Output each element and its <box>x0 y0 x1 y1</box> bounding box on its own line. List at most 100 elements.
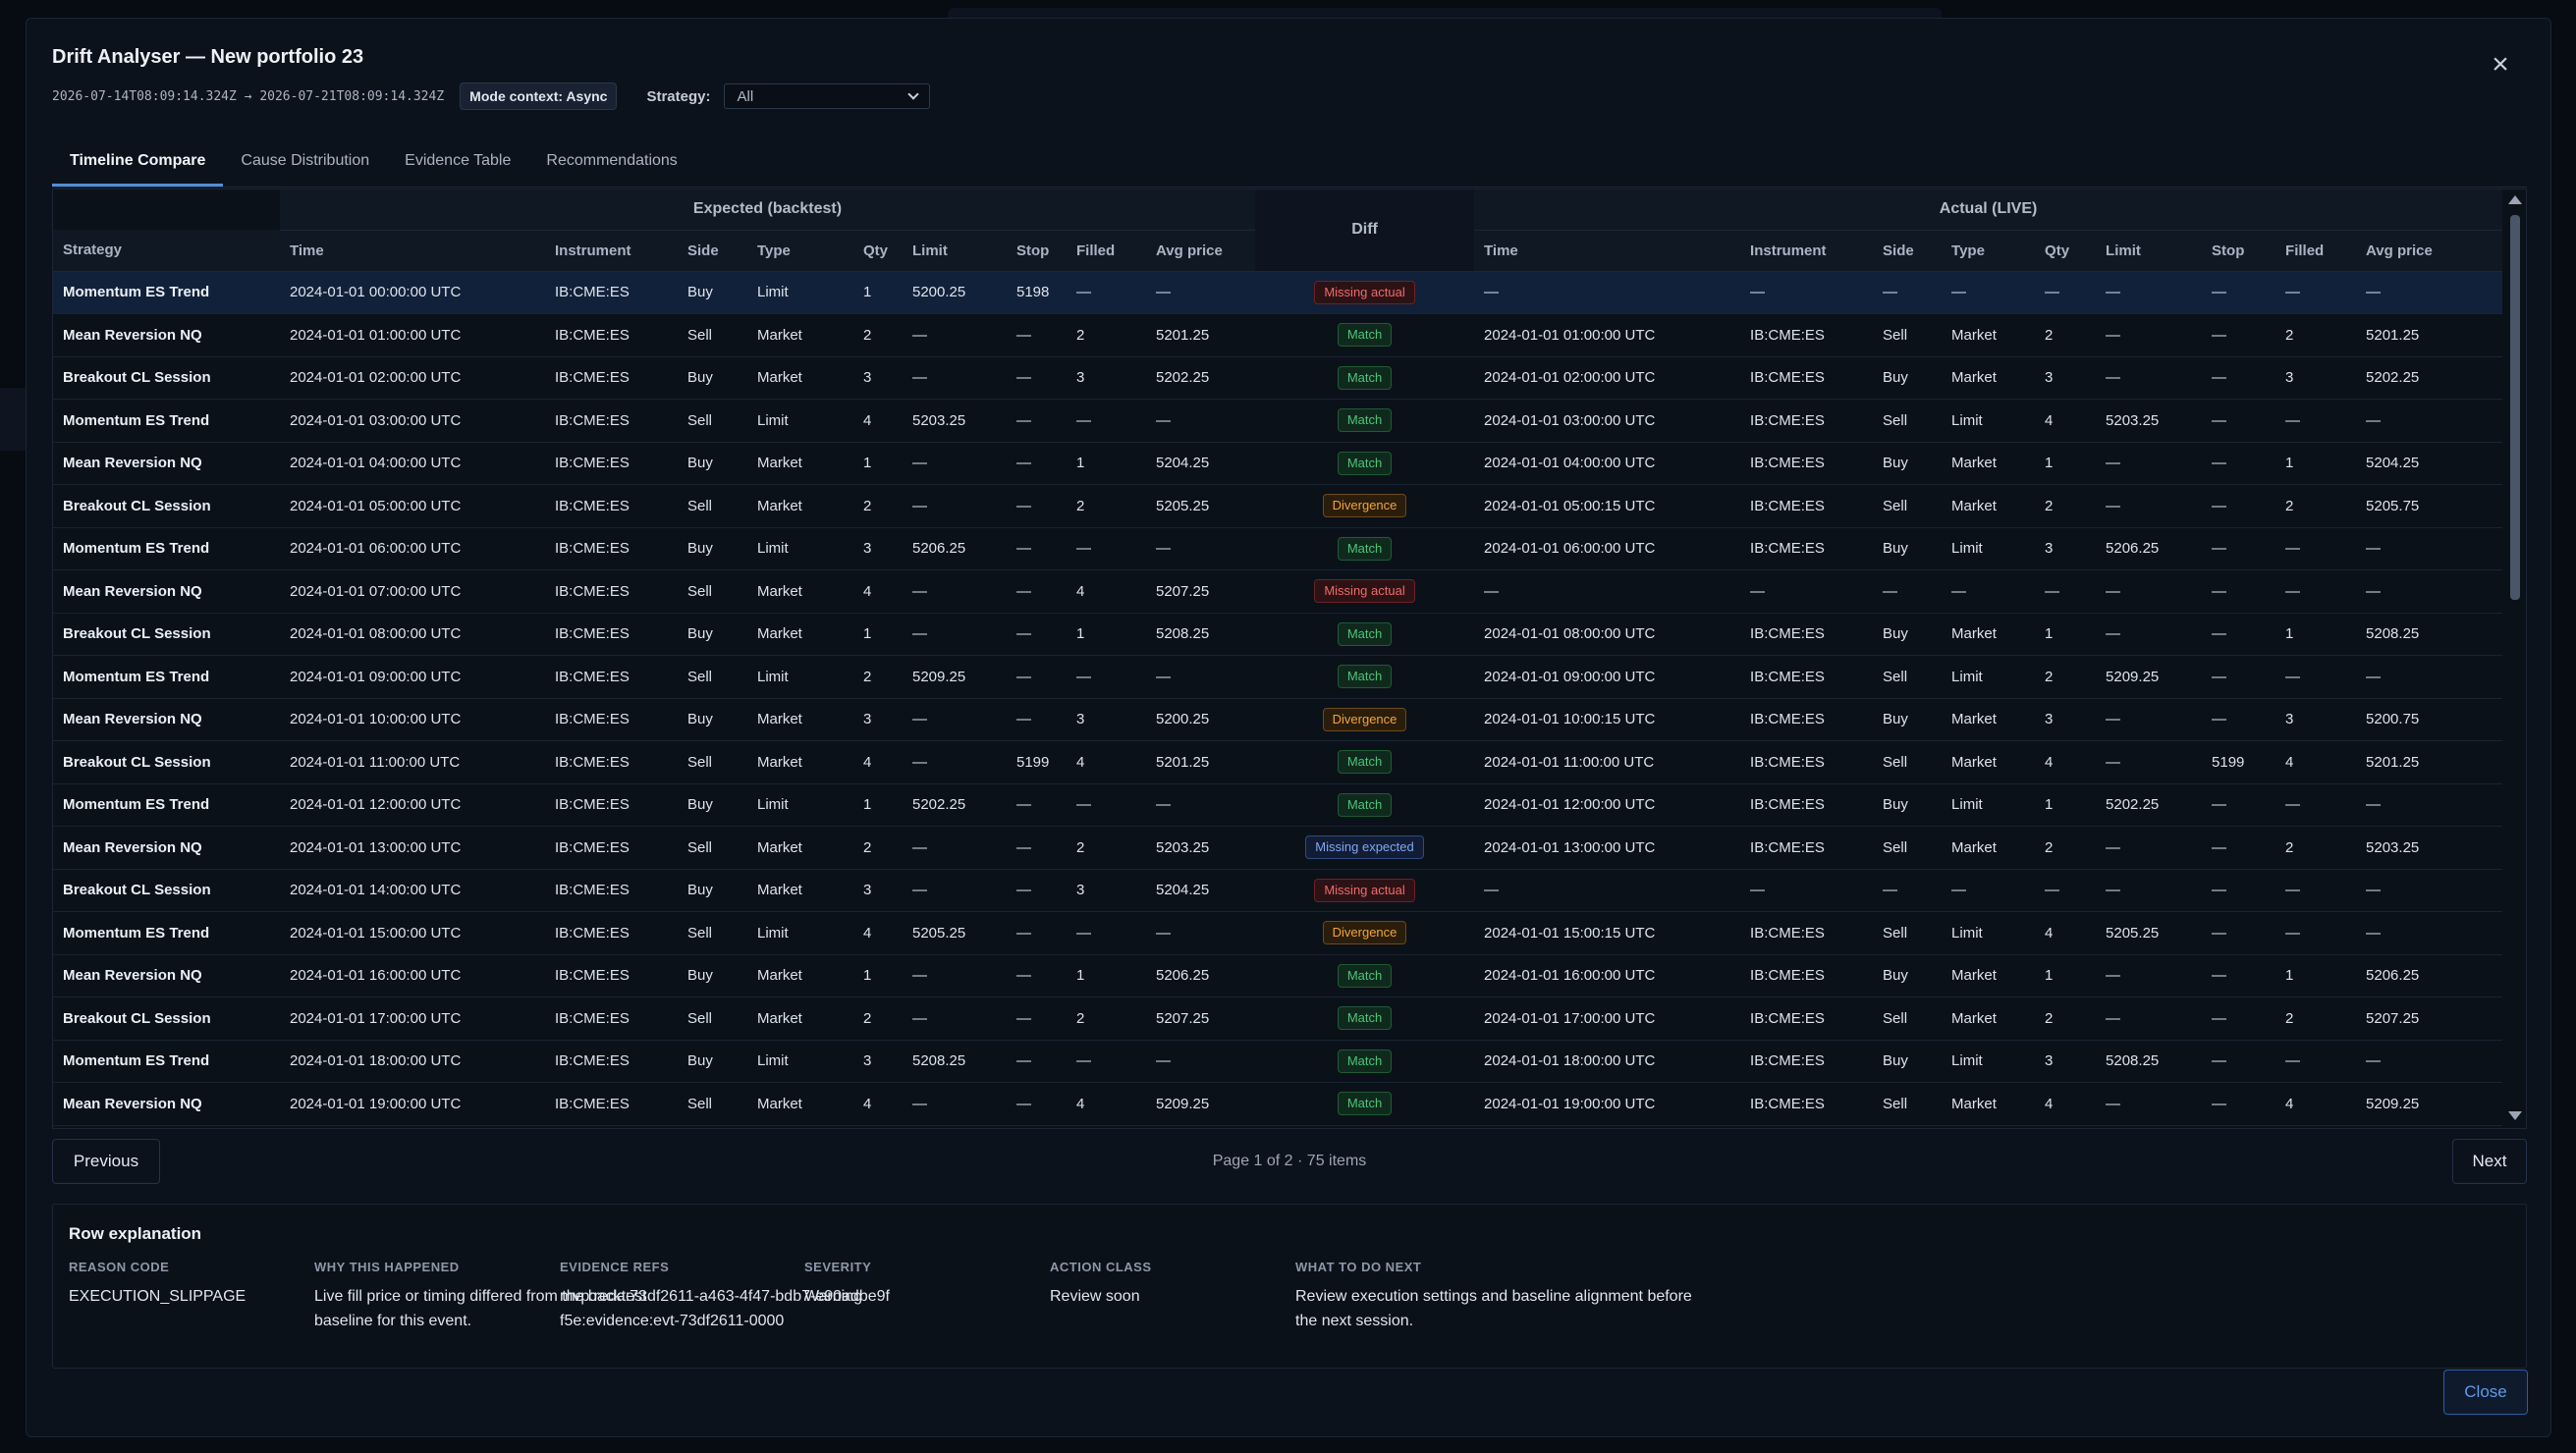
status-badge: Match <box>1337 1092 1393 1116</box>
actual-cell: — <box>2096 569 2203 614</box>
table-row[interactable]: Mean Reversion NQ 2024-01-01 04:00:00 UTC… <box>53 442 2503 485</box>
table-row[interactable]: Momentum ES Trend 2024-01-01 09:00:00 UTC… <box>53 655 2503 699</box>
table-row[interactable]: Mean Reversion NQ 2024-01-01 16:00:00 UTC… <box>53 954 2503 997</box>
expected-cell: — <box>903 613 1007 656</box>
expected-cell: Market <box>747 356 853 400</box>
diff-cell: Match <box>1255 1082 1475 1126</box>
table-row[interactable]: Momentum ES Trend 2024-01-01 12:00:00 UTC… <box>53 783 2503 827</box>
actual-cell: Market <box>1942 826 2036 870</box>
close-button[interactable]: Close <box>2443 1370 2528 1415</box>
table-row[interactable]: Breakout CL Session 2024-01-01 11:00:00 U… <box>53 740 2503 784</box>
actual-cell: IB:CME:ES <box>1740 356 1874 400</box>
actual-cell: IB:CME:ES <box>1740 996 1874 1041</box>
diff-cell: Match <box>1255 527 1475 570</box>
table-scrollbar[interactable] <box>2502 189 2526 1128</box>
close-icon[interactable]: × <box>2484 50 2517 83</box>
actual-cell: 5209.25 <box>2356 1082 2503 1126</box>
table-row[interactable]: Momentum ES Trend 2024-01-01 00:00:00 UTC… <box>53 271 2503 314</box>
actual-cell: Limit <box>1942 399 2036 443</box>
next-button[interactable]: Next <box>2452 1139 2527 1184</box>
expected-cell: 1 <box>1067 954 1146 997</box>
expected-cell: 2 <box>853 484 903 528</box>
expected-cell: 1 <box>853 271 903 314</box>
table-row[interactable]: Breakout CL Session 2024-01-01 08:00:00 U… <box>53 613 2503 656</box>
actual-cell: Limit <box>1942 527 2036 570</box>
expected-cell: Market <box>747 613 853 656</box>
expected-cell: 5198 <box>1007 271 1067 314</box>
tab-evidence-table[interactable]: Evidence Table <box>387 136 528 187</box>
actual-cell: Market <box>1942 740 2036 784</box>
actual-cell: Market <box>1942 313 2036 357</box>
tab-recommendations[interactable]: Recommendations <box>528 136 694 187</box>
expected-cell: — <box>1146 783 1256 827</box>
expected-cell: Buy <box>678 869 747 912</box>
expected-cell: — <box>1067 783 1146 827</box>
actual-cell: — <box>2096 271 2203 314</box>
table-row[interactable]: Mean Reversion NQ 2024-01-01 10:00:00 UTC… <box>53 698 2503 741</box>
expected-cell: 2024-01-01 16:00:00 UTC <box>280 954 545 997</box>
tab-cause-distribution[interactable]: Cause Distribution <box>223 136 387 187</box>
expected-cell: IB:CME:ES <box>545 740 678 784</box>
dialog-meta: 2026-07-14T08:09:14.324Z → 2026-07-21T08… <box>52 81 931 111</box>
expected-cell: 1 <box>853 783 903 827</box>
table-row[interactable]: Breakout CL Session 2024-01-01 14:00:00 U… <box>53 869 2503 912</box>
expected-cell: Buy <box>678 271 747 314</box>
expected-cell: — <box>1146 527 1256 570</box>
expected-cell: — <box>903 740 1007 784</box>
expected-cell: — <box>1007 356 1067 400</box>
expected-cell: — <box>1067 399 1146 443</box>
actual-cell: — <box>2035 569 2097 614</box>
expected-cell: 2 <box>853 655 903 699</box>
scroll-up-arrow-icon[interactable] <box>2508 195 2522 204</box>
actual-cell: — <box>2356 399 2503 443</box>
actual-cell: Sell <box>1873 313 1943 357</box>
expected-cell: — <box>1007 1040 1067 1083</box>
actual-cell: 2024-01-01 18:00:00 UTC <box>1474 1040 1741 1083</box>
table-row[interactable]: Momentum ES Trend 2024-01-01 15:00:00 UTC… <box>53 911 2503 955</box>
table-row[interactable]: Breakout CL Session 2024-01-01 17:00:00 U… <box>53 996 2503 1041</box>
actual-cell: 1 <box>2035 613 2097 656</box>
table-row[interactable]: Breakout CL Session 2024-01-01 05:00:00 U… <box>53 484 2503 528</box>
expected-cell: Limit <box>747 271 853 314</box>
actual-cell: Sell <box>1873 655 1943 699</box>
status-badge: Match <box>1337 451 1393 475</box>
column-header: Strategy <box>53 230 280 272</box>
table-row[interactable]: Mean Reversion NQ 2024-01-01 07:00:00 UTC… <box>53 569 2503 614</box>
expected-cell: Limit <box>747 655 853 699</box>
table-row[interactable]: Mean Reversion NQ 2024-01-01 13:00:00 UTC… <box>53 826 2503 870</box>
actual-cell: 2024-01-01 17:00:00 UTC <box>1474 996 1741 1041</box>
table-row[interactable]: Momentum ES Trend 2024-01-01 03:00:00 UTC… <box>53 399 2503 443</box>
actual-cell: — <box>2275 1040 2357 1083</box>
scrollbar-thumb[interactable] <box>2510 215 2520 600</box>
expected-cell: 2024-01-01 17:00:00 UTC <box>280 996 545 1041</box>
expected-cell: 2024-01-01 03:00:00 UTC <box>280 399 545 443</box>
actual-cell: — <box>2202 826 2276 870</box>
strategy-cell: Breakout CL Session <box>53 869 280 912</box>
strategy-select[interactable]: All <box>724 83 931 109</box>
actual-cell: — <box>1942 271 2036 314</box>
expected-cell: Limit <box>747 1040 853 1083</box>
table-row[interactable]: Momentum ES Trend 2024-01-01 18:00:00 UTC… <box>53 1040 2503 1083</box>
actual-cell: 2024-01-01 15:00:15 UTC <box>1474 911 1741 955</box>
table-row[interactable]: Breakout CL Session 2024-01-01 02:00:00 U… <box>53 356 2503 400</box>
scroll-down-arrow-icon[interactable] <box>2508 1111 2522 1120</box>
tab-timeline-compare[interactable]: Timeline Compare <box>52 136 224 187</box>
actual-cell: — <box>1474 569 1741 614</box>
expected-cell: — <box>1007 911 1067 955</box>
actual-cell: 5202.25 <box>2096 783 2203 827</box>
expected-cell: 4 <box>853 569 903 614</box>
actual-cell: Limit <box>1942 783 2036 827</box>
expected-cell: IB:CME:ES <box>545 527 678 570</box>
actual-cell: IB:CME:ES <box>1740 826 1874 870</box>
expected-cell: — <box>903 869 1007 912</box>
strategy-cell: Mean Reversion NQ <box>53 698 280 741</box>
expected-cell: Sell <box>678 996 747 1041</box>
group-header-actual: Actual (LIVE) <box>1474 189 2503 231</box>
table-row[interactable]: Mean Reversion NQ 2024-01-01 01:00:00 UTC… <box>53 313 2503 357</box>
expected-cell: — <box>1067 655 1146 699</box>
table-row[interactable]: Mean Reversion NQ 2024-01-01 19:00:00 UTC… <box>53 1082 2503 1126</box>
table-row[interactable]: Momentum ES Trend 2024-01-01 06:00:00 UTC… <box>53 527 2503 570</box>
chevron-down-icon <box>907 88 920 100</box>
expected-cell: Limit <box>747 527 853 570</box>
timeline-table-container: Expected (backtest) Diff Actual (LIVE) S… <box>52 188 2527 1129</box>
